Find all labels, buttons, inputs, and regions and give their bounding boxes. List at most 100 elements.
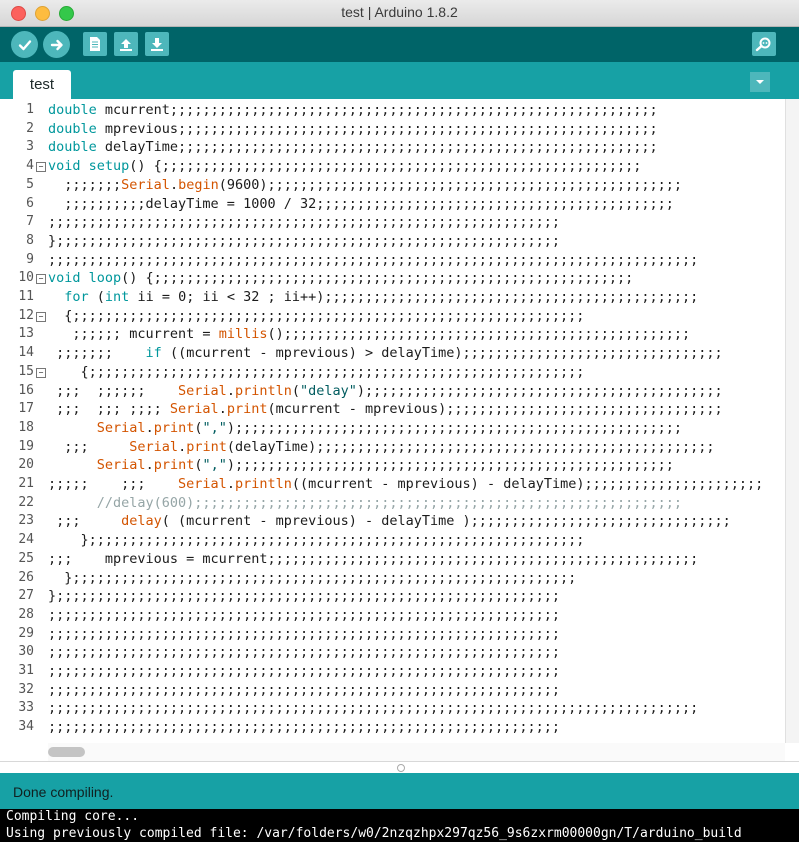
code-line[interactable]: void loop() {;;;;;;;;;;;;;;;;;;;;;;;;;;;… [48,269,633,288]
line-number: 31 [18,663,34,678]
line-number: 10 [18,270,34,286]
code-line[interactable]: {;;;;;;;;;;;;;;;;;;;;;;;;;;;;;;;;;;;;;;;… [48,307,584,326]
toolbar [0,27,799,62]
line-number: 4 [26,158,34,174]
fold-toggle-icon[interactable]: − [36,367,46,378]
code-editor[interactable]: 1 2 3 4−5 6 7 8 9 10−11 12−13 14 15−16 17 18 19 20 21 22 2… [0,99,785,743]
open-sketch-button[interactable] [114,32,138,56]
code-line[interactable]: {;;;;;;;;;;;;;;;;;;;;;;;;;;;;;;;;;;;;;;;… [48,363,585,382]
line-number: 23 [18,513,34,529]
code-line[interactable]: ;;;;;;;;;;;;;;;;;;;;;;;;;;;;;;;;;;;;;;;;… [48,662,560,681]
fold-toggle-icon[interactable]: − [36,311,46,322]
upload-button[interactable] [43,31,70,58]
status-bar: Done compiling. [0,773,799,809]
code-line[interactable]: ;;;;; ;;; Serial.println((mcurrent - mpr… [48,475,763,494]
line-number: 32 [18,681,34,697]
line-number: 6 [26,195,34,211]
code-line[interactable]: ;;;;;;;;;;;;;;;;;;;;;;;;;;;;;;;;;;;;;;;;… [48,625,560,644]
code-line[interactable]: };;;;;;;;;;;;;;;;;;;;;;;;;;;;;;;;;;;;;;;… [48,232,560,251]
code-line[interactable]: Serial.print(",");;;;;;;;;;;;;;;;;;;;;;;… [48,456,674,475]
line-number: 1 [26,102,34,117]
code-line[interactable]: ;;; ;;; ;;;; Serial.print(mcurrent - mpr… [48,400,723,419]
code-line[interactable]: Serial.print(",");;;;;;;;;;;;;;;;;;;;;;;… [48,419,682,438]
code-line[interactable]: ;;; mprevious = mcurrent;;;;;;;;;;;;;;;;… [48,550,698,569]
code-line[interactable]: ;;;;;;;;;;;;;;;;;;;;;;;;;;;;;;;;;;;;;;;;… [48,213,560,232]
line-number: 34 [18,719,34,735]
line-number: 2 [26,120,34,136]
code-line[interactable]: ;;;;;;; if ((mcurrent - mprevious) > del… [48,344,723,363]
code-line[interactable]: ;;;;;;;;;;;;;;;;;;;;;;;;;;;;;;;;;;;;;;;;… [48,606,560,625]
code-line[interactable]: };;;;;;;;;;;;;;;;;;;;;;;;;;;;;;;;;;;;;;;… [48,531,585,550]
console-line: Using previously compiled file: /var/fol… [6,826,742,841]
tab-strip: test [0,62,799,99]
line-number: 5 [26,176,34,192]
chevron-down-icon [756,80,764,84]
check-icon [18,39,31,50]
title-bar: test | Arduino 1.8.2 [0,0,799,27]
code-line[interactable]: };;;;;;;;;;;;;;;;;;;;;;;;;;;;;;;;;;;;;;;… [48,587,560,606]
code-line[interactable]: //delay(600);;;;;;;;;;;;;;;;;;;;;;;;;;;;… [48,494,682,513]
code-line[interactable]: double mprevious;;;;;;;;;;;;;;;;;;;;;;;;… [48,120,658,139]
vertical-scrollbar[interactable] [785,99,799,743]
fold-toggle-icon[interactable]: − [36,162,46,173]
code-line[interactable]: ;;;;;;;;;;;;;;;;;;;;;;;;;;;;;;;;;;;;;;;;… [48,718,560,737]
code-line[interactable]: ;;;;;;;Serial.begin(9600);;;;;;;;;;;;;;;… [48,176,682,195]
code-line[interactable]: ;;;;;;;;;;delayTime = 1000 / 32;;;;;;;;;… [48,195,674,214]
verify-button[interactable] [11,31,38,58]
line-number: 18 [18,419,34,435]
code-line[interactable]: ;;; Serial.print(delayTime);;;;;;;;;;;;;… [48,438,714,457]
line-number: 15 [18,363,34,379]
horizontal-scrollbar[interactable] [48,743,785,761]
line-number: 26 [18,569,34,585]
code-line[interactable]: void setup() {;;;;;;;;;;;;;;;;;;;;;;;;;;… [48,157,641,176]
line-number: 27 [18,588,34,604]
line-number: 8 [26,232,34,248]
code-line[interactable]: ;;; ;;;;;; Serial.println("delay");;;;;;… [48,382,723,401]
arrow-right-icon [50,39,63,50]
line-number: 19 [18,438,34,454]
line-number-gutter: 1 2 3 4−5 6 7 8 9 10−11 12−13 14 15−16 17 18 19 20 21 22 2… [0,99,46,743]
code-line[interactable]: ;;;;;;;;;;;;;;;;;;;;;;;;;;;;;;;;;;;;;;;;… [48,681,560,700]
line-number: 17 [18,401,34,417]
tab-menu-button[interactable] [750,72,770,92]
line-number: 29 [18,625,34,641]
magnifier-icon [755,37,771,52]
code-line[interactable]: ;;;;;; mcurrent = millis();;;;;;;;;;;;;;… [48,325,690,344]
code-text-area[interactable]: double mcurrent;;;;;;;;;;;;;;;;;;;;;;;;;… [48,99,785,743]
code-line[interactable]: ;;;;;;;;;;;;;;;;;;;;;;;;;;;;;;;;;;;;;;;;… [48,643,560,662]
code-line[interactable]: ;;;;;;;;;;;;;;;;;;;;;;;;;;;;;;;;;;;;;;;;… [48,251,698,270]
tab-test[interactable]: test [13,70,71,99]
line-number: 12 [18,307,34,323]
horizontal-scrollbar-thumb[interactable] [48,747,85,757]
console-line: Compiling core... [6,809,140,824]
arrow-up-icon [120,39,132,51]
code-line[interactable]: double delayTime;;;;;;;;;;;;;;;;;;;;;;;;… [48,138,658,157]
line-number: 9 [26,251,34,267]
code-line[interactable]: ;;; delay( (mcurrent - mprevious) - dela… [48,512,731,531]
code-line[interactable]: };;;;;;;;;;;;;;;;;;;;;;;;;;;;;;;;;;;;;;;… [48,569,576,588]
line-number: 25 [18,550,34,566]
line-number: 24 [18,532,34,548]
fold-toggle-icon[interactable]: − [36,274,46,285]
line-number: 20 [18,457,34,473]
line-number: 11 [18,289,34,304]
code-line[interactable]: ;;;;;;;;;;;;;;;;;;;;;;;;;;;;;;;;;;;;;;;;… [48,699,698,718]
line-number: 22 [18,494,34,510]
line-number: 21 [18,476,34,491]
code-line[interactable]: for (int ii = 0; ii < 32 ; ii++);;;;;;;;… [48,288,698,307]
splitter-handle[interactable] [397,764,405,772]
serial-monitor-button[interactable] [752,32,776,56]
console-output: Compiling core... Using previously compi… [0,809,799,842]
line-number: 3 [26,139,34,155]
line-number: 13 [18,326,34,342]
save-sketch-button[interactable] [145,32,169,56]
new-sketch-button[interactable] [83,32,107,56]
document-icon [90,37,100,51]
line-number: 33 [18,700,34,716]
line-number: 7 [26,214,34,230]
line-number: 16 [18,382,34,398]
line-number: 14 [18,345,34,361]
line-number: 30 [18,644,34,660]
code-line[interactable]: double mcurrent;;;;;;;;;;;;;;;;;;;;;;;;;… [48,101,658,120]
line-number: 28 [18,606,34,622]
